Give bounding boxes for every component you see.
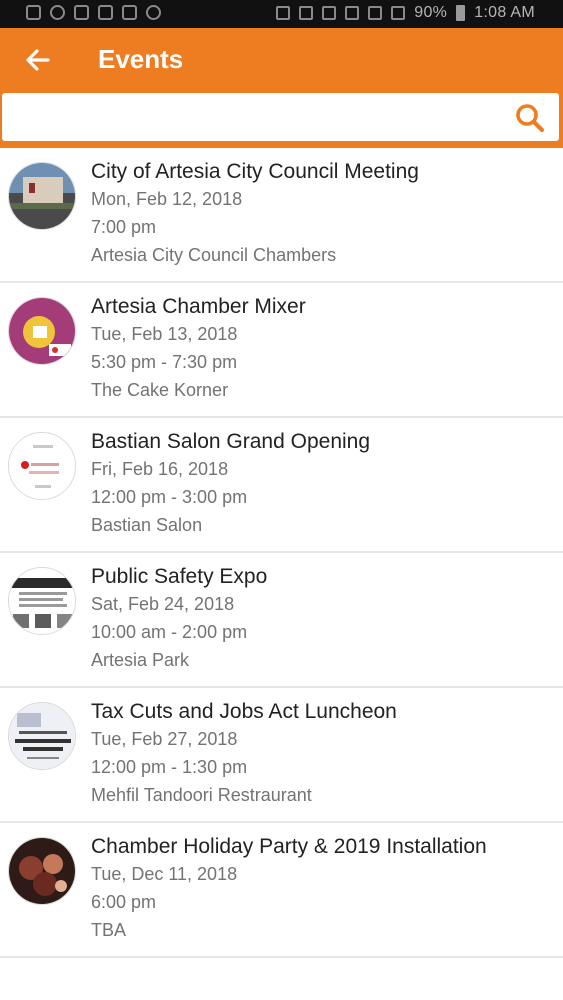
arrow-left-icon <box>26 49 50 71</box>
event-date: Sat, Feb 24, 2018 <box>91 594 235 614</box>
event-row[interactable]: Chamber Holiday Party & 2019 Installatio… <box>0 823 563 958</box>
search-bar <box>0 92 563 148</box>
event-date: Mon, Feb 12, 2018 <box>91 189 243 209</box>
twitter-icon <box>98 5 113 20</box>
system-status: 90% 1:08 AM <box>276 4 535 22</box>
event-location: The Cake Korner <box>91 380 229 400</box>
event-row[interactable]: Public Safety Expo Sat, Feb 24, 2018 10:… <box>0 553 563 688</box>
event-title: Artesia Chamber Mixer <box>91 295 306 318</box>
event-location: Artesia Park <box>91 650 190 670</box>
event-thumbnail <box>8 702 76 770</box>
bluetooth-icon <box>299 6 314 20</box>
event-location: Bastian Salon <box>91 515 203 535</box>
signal-icon <box>391 6 406 20</box>
battery-icon <box>456 5 466 21</box>
events-list: City of Artesia City Council Meeting Mon… <box>0 148 563 958</box>
wifi-icon <box>368 6 383 20</box>
event-date: Tue, Dec 11, 2018 <box>91 864 238 884</box>
event-thumbnail <box>8 297 76 365</box>
event-location: Mehfil Tandoori Restraurant <box>91 785 312 805</box>
event-row[interactable]: Bastian Salon Grand Opening Fri, Feb 16,… <box>0 418 563 553</box>
battery-percent: 90% <box>414 4 448 21</box>
back-button[interactable] <box>20 42 56 78</box>
event-time: 10:00 am - 2:00 pm <box>91 622 248 642</box>
status-bar: 90% 1:08 AM <box>0 0 563 28</box>
event-row[interactable]: Artesia Chamber Mixer Tue, Feb 13, 2018 … <box>0 283 563 418</box>
clock: 1:08 AM <box>474 4 535 21</box>
event-thumbnail <box>8 432 76 500</box>
event-time: 7:00 pm <box>91 217 157 237</box>
message-icon <box>26 5 41 20</box>
event-time: 6:00 pm <box>91 892 157 912</box>
event-date: Fri, Feb 16, 2018 <box>91 459 229 479</box>
event-time: 12:00 pm - 1:30 pm <box>91 757 248 777</box>
event-title: City of Artesia City Council Meeting <box>91 160 419 183</box>
event-title: Bastian Salon Grand Opening <box>91 430 371 453</box>
event-thumbnail <box>8 162 76 230</box>
search-button[interactable] <box>513 101 547 135</box>
nfc-icon <box>345 6 360 20</box>
search-icon <box>516 104 545 133</box>
search-box <box>2 93 559 141</box>
video-icon <box>122 5 137 20</box>
shield-icon <box>50 5 65 20</box>
instagram-icon <box>146 5 161 20</box>
event-title: Tax Cuts and Jobs Act Luncheon <box>91 700 397 723</box>
event-row[interactable]: Tax Cuts and Jobs Act Luncheon Tue, Feb … <box>0 688 563 823</box>
event-title: Public Safety Expo <box>91 565 268 588</box>
event-location: TBA <box>91 920 127 940</box>
mute-icon <box>322 6 337 20</box>
event-time: 12:00 pm - 3:00 pm <box>91 487 248 507</box>
page-title: Events <box>98 44 184 74</box>
event-thumbnail <box>8 837 76 905</box>
search-input[interactable] <box>10 97 500 137</box>
event-thumbnail <box>8 567 76 635</box>
event-date: Tue, Feb 27, 2018 <box>91 729 238 749</box>
event-title: Chamber Holiday Party & 2019 Installatio… <box>91 835 487 858</box>
event-location: Artesia City Council Chambers <box>91 245 337 265</box>
event-date: Tue, Feb 13, 2018 <box>91 324 238 344</box>
event-row[interactable]: City of Artesia City Council Meeting Mon… <box>0 148 563 283</box>
event-time: 5:30 pm - 7:30 pm <box>91 352 238 372</box>
notification-icons <box>26 5 161 20</box>
screenshot-icon <box>276 6 291 20</box>
photo-icon <box>74 5 89 20</box>
app-bar: Events <box>0 28 563 92</box>
